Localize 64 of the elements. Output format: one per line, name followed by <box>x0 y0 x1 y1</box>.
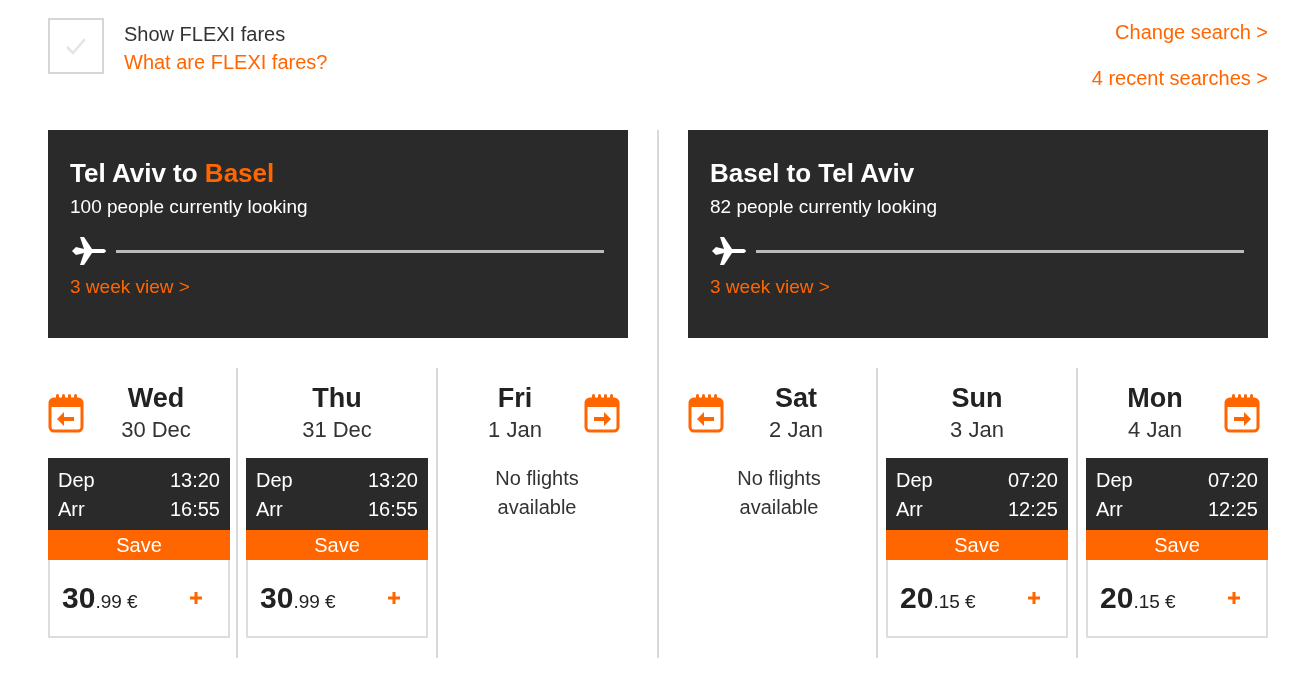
departure-label: Dep <box>896 468 934 493</box>
day-name: Thu <box>312 382 362 415</box>
price-label: 30.99 € <box>62 581 138 615</box>
arrival-label: Arr <box>256 497 284 522</box>
day-name: Fri <box>497 382 533 415</box>
price-label: 30.99 € <box>260 581 336 615</box>
date-label: 4 Jan <box>1128 416 1182 444</box>
flexi-label: Show FLEXI fares <box>124 22 287 47</box>
fare-card[interactable]: Dep 13:20 Arr 16:55 Save 30.99 € <box>246 458 428 638</box>
airplane-icon <box>70 236 108 266</box>
arrival-label: Arr <box>896 497 924 522</box>
departure-label: Dep <box>58 468 96 493</box>
departure-time: 07:20 <box>1207 468 1258 493</box>
route-title: Tel Aviv to Basel <box>70 157 276 190</box>
no-flights-message: No flights available <box>736 466 822 520</box>
week-view-link[interactable]: 3 week view > <box>70 276 190 298</box>
flexi-info-link[interactable]: What are FLEXI fares? <box>124 48 328 76</box>
save-badge: Save <box>48 530 230 560</box>
people-looking-text: 100 people currently looking <box>70 196 309 218</box>
add-icon[interactable] <box>1028 592 1040 604</box>
day-name: Sat <box>775 382 817 415</box>
fare-card[interactable]: Dep 13:20 Arr 16:55 Save 30.99 € <box>48 458 230 638</box>
departure-label: Dep <box>256 468 294 493</box>
save-badge: Save <box>886 530 1068 560</box>
airplane-icon <box>710 236 748 266</box>
calendar-icon[interactable] <box>688 393 724 433</box>
day-name: Wed <box>127 382 185 415</box>
departure-time: 13:20 <box>367 468 418 493</box>
arrival-time: 16:55 <box>367 497 418 522</box>
search-link[interactable]: 4 recent searches > <box>1091 64 1268 92</box>
calendar-icon[interactable] <box>48 393 84 433</box>
check-icon <box>65 37 87 55</box>
people-looking-text: 82 people currently looking <box>710 196 939 218</box>
add-icon[interactable] <box>190 592 202 604</box>
departure-time: 07:20 <box>1007 468 1058 493</box>
date-label: 1 Jan <box>488 416 542 444</box>
fare-card[interactable]: Dep 07:20 Arr 12:25 Save 20.15 € <box>1086 458 1268 638</box>
arrival-label: Arr <box>58 497 86 522</box>
save-badge: Save <box>246 530 428 560</box>
price-label: 20.15 € <box>900 581 976 615</box>
date-label: 3 Jan <box>950 416 1004 444</box>
search-link[interactable]: Change search > <box>1115 18 1268 46</box>
arrival-time: 12:25 <box>1207 497 1258 522</box>
departure-time: 13:20 <box>169 468 220 493</box>
no-flights-message: No flights available <box>494 466 580 520</box>
week-view-link[interactable]: 3 week view > <box>710 276 830 298</box>
date-label: 2 Jan <box>769 416 823 444</box>
add-icon[interactable] <box>388 592 400 604</box>
route-title: Basel to Tel Aviv <box>710 157 916 190</box>
arrival-time: 12:25 <box>1007 497 1058 522</box>
departure-label: Dep <box>1096 468 1134 493</box>
fare-card[interactable]: Dep 07:20 Arr 12:25 Save 20.15 € <box>886 458 1068 638</box>
day-name: Sun <box>951 382 1003 415</box>
arrival-time: 16:55 <box>169 497 220 522</box>
flexi-checkbox[interactable] <box>48 18 104 74</box>
add-icon[interactable] <box>1228 592 1240 604</box>
save-badge: Save <box>1086 530 1268 560</box>
calendar-icon[interactable] <box>1224 393 1260 433</box>
price-label: 20.15 € <box>1100 581 1176 615</box>
calendar-icon[interactable] <box>584 393 620 433</box>
arrival-label: Arr <box>1096 497 1124 522</box>
day-name: Mon <box>1127 382 1183 415</box>
date-label: 31 Dec <box>302 416 372 444</box>
date-label: 30 Dec <box>121 416 191 444</box>
